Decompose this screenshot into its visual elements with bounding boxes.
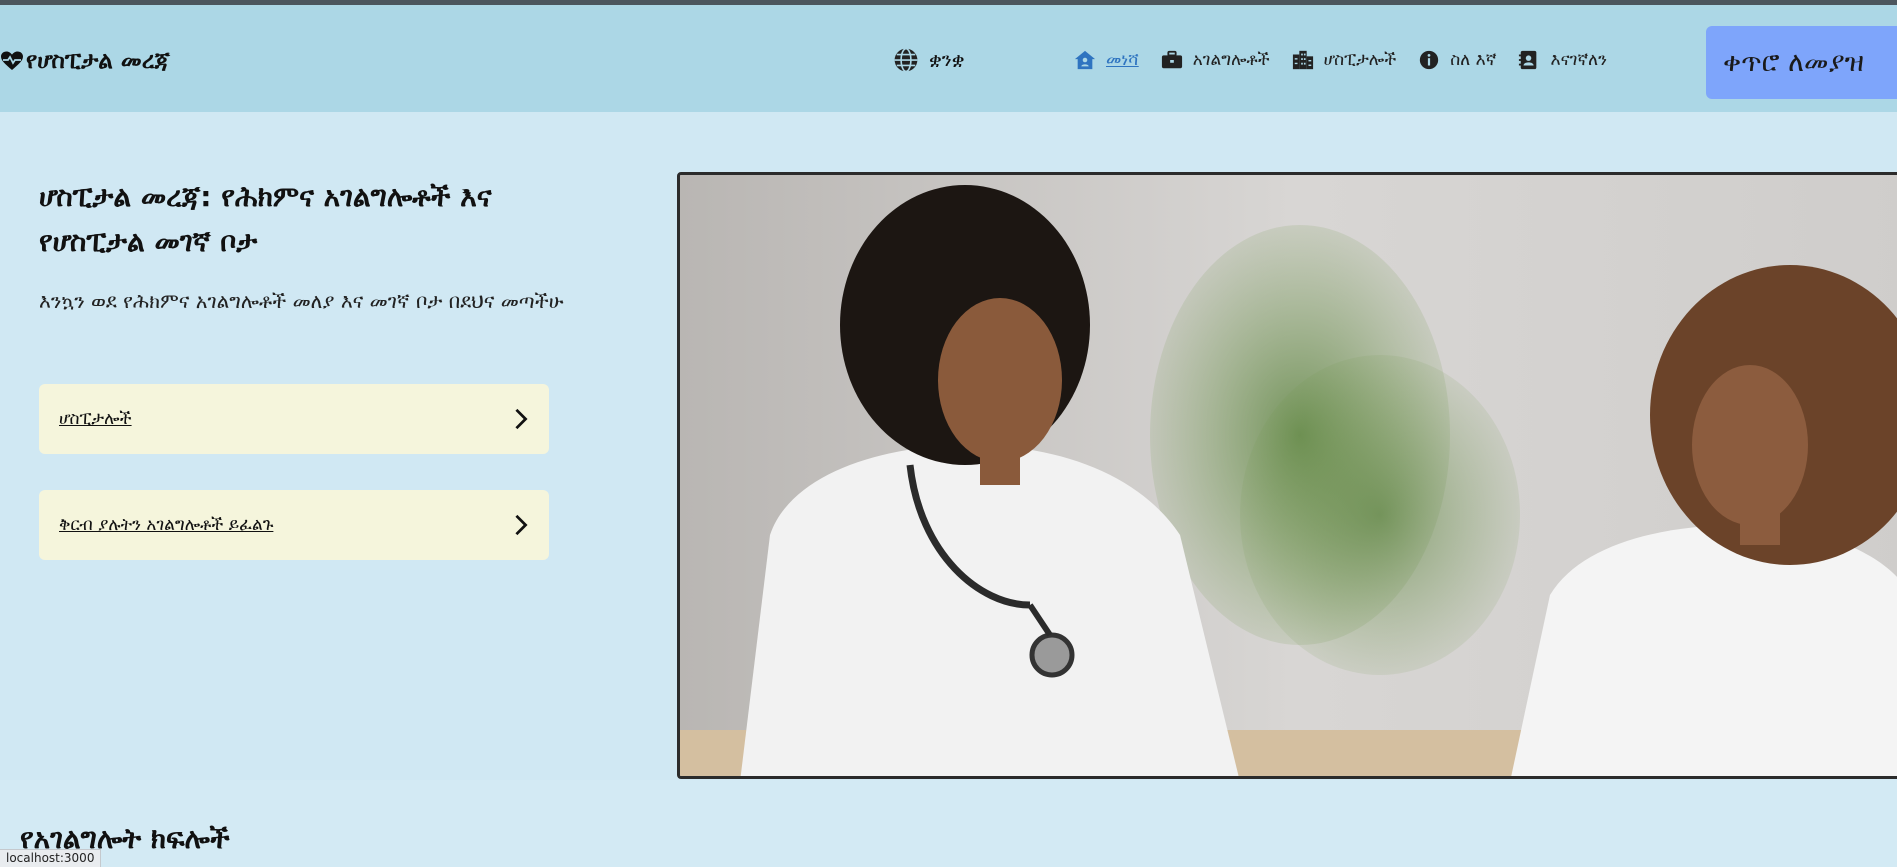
nav-item-home[interactable]: መነሻ bbox=[1074, 49, 1139, 71]
nav-item-hospitals[interactable]: ሆስፒታሎች bbox=[1292, 49, 1397, 71]
hero-subtitle: እንኳን ወደ የሕክምና አገልግሎቶች መለያ እና መገኛ ቦታ በደህና… bbox=[39, 289, 564, 313]
hero-image bbox=[677, 172, 1897, 779]
nav-item-services[interactable]: አገልግሎቶች bbox=[1161, 49, 1270, 71]
briefcase-icon bbox=[1161, 50, 1182, 69]
contact-card-icon bbox=[1519, 50, 1537, 70]
book-appointment-button[interactable]: ቀጥሮ ለመያዝ bbox=[1706, 26, 1897, 99]
hero-section: ሆስፒታል መረጃ: የሕክምና አገልግሎቶች እና የሆስፒታል መገኛ ቦ… bbox=[0, 112, 1897, 780]
find-nearby-services-button[interactable]: ቅርብ ያሉትን አገልግሎቶች ይፈልጉ bbox=[39, 490, 549, 560]
doctor-consulting-patient-photo bbox=[680, 175, 1897, 776]
nav-item-services-label: አገልግሎቶች bbox=[1192, 50, 1270, 70]
language-label: ቋንቋ bbox=[929, 49, 965, 71]
main-nav: መነሻ አገልግሎቶች ሆስፒታሎች ስለ እኛ እናገኛለን bbox=[1074, 45, 1607, 75]
hospitals-link-label: ሆስፒታሎች bbox=[59, 409, 132, 429]
nav-item-home-label: መነሻ bbox=[1106, 50, 1139, 70]
chevron-right-icon bbox=[515, 514, 528, 536]
building-icon bbox=[1292, 50, 1313, 70]
navbar: የሆስፒታል መረጃ ቋንቋ መነሻ አገልግሎቶች ሆስፒታሎች ስለ እኛ … bbox=[0, 5, 1897, 112]
heart-pulse-icon bbox=[1, 51, 23, 70]
browser-status-url: localhost:3000 bbox=[0, 849, 102, 867]
nav-item-contact[interactable]: እናገኛለን bbox=[1518, 49, 1607, 71]
info-circle-icon bbox=[1420, 50, 1439, 70]
nav-item-hospitals-label: ሆስፒታሎች bbox=[1323, 50, 1397, 70]
nav-item-contact-label: እናገኛለን bbox=[1550, 50, 1608, 70]
nav-item-about[interactable]: ስለ እኛ bbox=[1418, 49, 1496, 71]
chevron-right-icon bbox=[515, 408, 528, 430]
brand-logo[interactable]: የሆስፒታል መረጃ bbox=[0, 43, 170, 79]
hospitals-link-button[interactable]: ሆስፒታሎች bbox=[39, 384, 549, 454]
find-nearby-services-label: ቅርብ ያሉትን አገልግሎቶች ይፈልጉ bbox=[59, 515, 274, 535]
brand-title: የሆስፒታል መረጃ bbox=[26, 48, 170, 74]
home-icon bbox=[1074, 50, 1096, 70]
hero-title: ሆስፒታል መረጃ: የሕክምና አገልግሎቶች እና የሆስፒታል መገኛ ቦ… bbox=[39, 180, 492, 258]
globe-icon bbox=[894, 47, 918, 73]
language-selector[interactable]: ቋንቋ bbox=[893, 45, 965, 75]
nav-item-about-label: ስለ እኛ bbox=[1450, 50, 1497, 70]
